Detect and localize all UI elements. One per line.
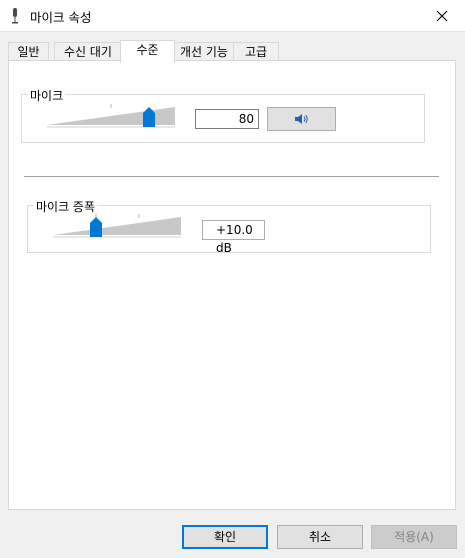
microphone-label: 마이크 (28, 87, 66, 104)
tab-levels[interactable]: 수준 (120, 40, 175, 63)
slider-track (47, 104, 175, 128)
microphone-level-slider[interactable] (47, 103, 177, 131)
slider-track (53, 214, 181, 238)
mute-button[interactable] (267, 107, 336, 131)
microphone-value-field[interactable]: 80 (195, 109, 259, 129)
microphone-boost-group: 마이크 증폭 +10.0 dB (27, 198, 431, 255)
close-icon (436, 10, 448, 21)
window-title: 마이크 속성 (30, 10, 92, 25)
microphone-slider-thumb[interactable] (143, 107, 156, 127)
title-bar: 마이크 속성 (0, 0, 465, 32)
close-button[interactable] (419, 0, 465, 31)
cancel-button[interactable]: 취소 (277, 525, 363, 549)
microphone-boost-slider[interactable] (53, 213, 183, 241)
tab-advanced[interactable]: 고급 (233, 42, 279, 61)
tab-listen[interactable]: 수신 대기 (54, 42, 122, 61)
microphone-value: 80 (238, 112, 254, 126)
ok-button[interactable]: 확인 (182, 525, 268, 549)
tab-enhancements[interactable]: 개선 기능 (173, 42, 235, 61)
microphone-icon (12, 8, 18, 24)
tab-general[interactable]: 일반 (8, 42, 49, 61)
separator (24, 176, 439, 177)
microphone-boost-slider-thumb[interactable] (89, 217, 102, 237)
microphone-boost-value-field[interactable]: +10.0 dB (202, 220, 265, 255)
tab-panel-levels: 마이크 80 마이크 증폭 +10.0 dB (8, 60, 456, 510)
microphone-boost-value: +10.0 dB (216, 223, 253, 255)
apply-button[interactable]: 적용(A) (371, 525, 457, 549)
microphone-group: 마이크 80 (21, 87, 425, 143)
speaker-icon (294, 114, 308, 124)
